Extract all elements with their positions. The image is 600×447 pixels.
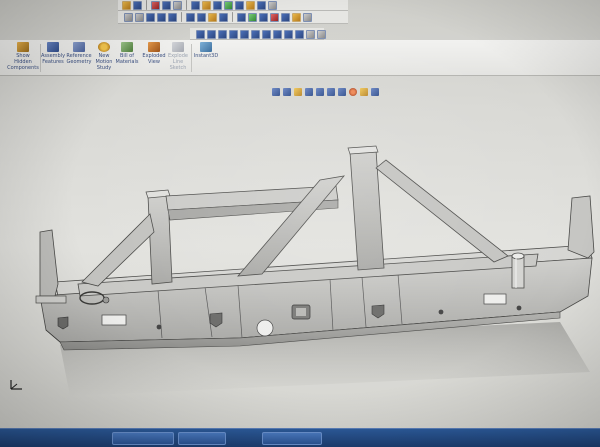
bolt-hole (438, 309, 444, 315)
light-cutout (57, 316, 69, 330)
latch-bolt (102, 296, 110, 304)
carrier-left-diagonal (81, 213, 155, 287)
bolt-hole (156, 324, 162, 330)
bumper-assembly-model[interactable] (0, 0, 600, 447)
hitch-hole (256, 319, 274, 337)
carrier-right-diagonal (375, 159, 509, 263)
windows-taskbar (0, 428, 600, 447)
latch-plate (35, 295, 67, 304)
left-end-wing (39, 229, 59, 297)
pivot-spindle-cap (511, 252, 525, 260)
taskbar-item[interactable] (262, 432, 322, 445)
light-cutout (101, 314, 127, 326)
coordinate-triad-icon (10, 380, 22, 390)
pivot-spindle (511, 255, 525, 289)
bolt-hole (516, 305, 522, 311)
receiver-slot-inner (296, 308, 306, 316)
taskbar-item[interactable] (178, 432, 226, 445)
taskbar-item[interactable] (112, 432, 174, 445)
right-end-wing (567, 195, 595, 259)
light-cutout (483, 293, 507, 305)
solidworks-window: Show Hidden Components Assembly Features… (0, 0, 600, 447)
